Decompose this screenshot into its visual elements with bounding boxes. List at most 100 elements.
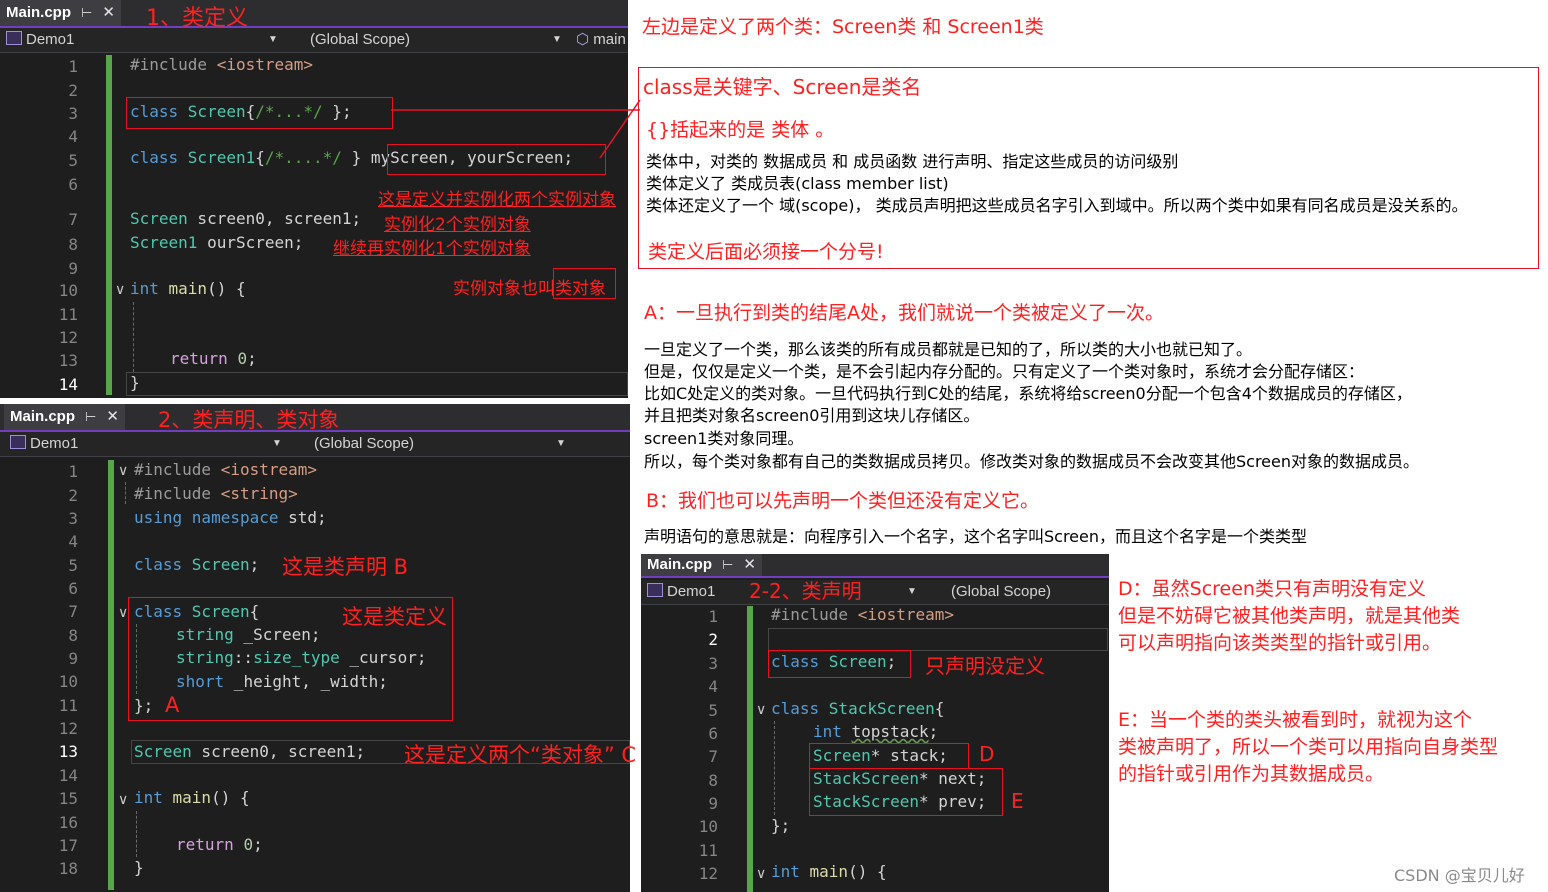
- indent-guide: [136, 811, 137, 857]
- line-number: 9: [708, 794, 718, 813]
- line-number: 7: [708, 747, 718, 766]
- annotation-note: 这是类声明 B: [282, 555, 409, 579]
- note-e-line: 类被声明了，所以一个类可以用指向自身类型: [1118, 736, 1499, 758]
- line-number: 17: [58, 836, 78, 855]
- line-number: 6: [708, 724, 718, 743]
- line-number: 8: [708, 771, 718, 790]
- namespace: std;: [288, 508, 327, 527]
- scope-dropdown[interactable]: (Global Scope): [951, 582, 1101, 602]
- chevron-down-icon: ▼: [272, 438, 282, 449]
- close-icon[interactable]: ✕: [743, 556, 756, 573]
- note-a-line: 一旦定义了一个类，那么该类的所有成员都就是已知的了，所以类的大小也就已知了。: [644, 340, 1253, 359]
- keyword: using namespace: [134, 508, 289, 527]
- line-number: 12: [698, 864, 718, 883]
- change-bar: [108, 460, 114, 890]
- line-number: 6: [68, 579, 78, 598]
- line-number: 1: [708, 607, 718, 626]
- code-line-18[interactable]: }: [134, 856, 144, 879]
- note-e-line: 的指针或引用作为其数据成员。: [1118, 763, 1385, 785]
- note-a-line: 并且把类对象名screen0引用到这块儿存储区。: [644, 406, 980, 425]
- member-name: topstack: [851, 722, 929, 741]
- class-name: Screen: [134, 742, 192, 761]
- scope-name: (Global Scope): [314, 435, 415, 452]
- code-line-5[interactable]: class StackScreen{: [771, 697, 944, 720]
- note-b-line: 声明语句的意思就是：向程序引入一个名字，这个名字叫Screen，而且这个名字是一…: [644, 527, 1308, 546]
- keyword: class: [771, 699, 829, 718]
- keyword: class: [134, 555, 192, 574]
- preprocessor: #include: [134, 484, 221, 503]
- note-e-line: E：当一个类的类头被看到时，就视为这个: [1118, 709, 1473, 731]
- note-d-line: D：虽然Screen类只有声明没有定义: [1118, 578, 1426, 600]
- include-path: <iostream>: [220, 460, 318, 479]
- note-a-line: 所以，每个类对象都有自己的类数据成员拷贝。修改类对象的数据成员不会改变其他Scr…: [644, 452, 1420, 471]
- include-path: <string>: [220, 484, 298, 503]
- tab-label: Main.cpp: [647, 556, 713, 573]
- fold-chevron-icon[interactable]: ∨: [118, 463, 128, 479]
- code-line-17[interactable]: return 0;: [176, 833, 263, 856]
- line-number: 8: [68, 626, 78, 645]
- indent-guide: [774, 721, 775, 815]
- box-line-2: {}括起来的是 类体 。: [646, 119, 835, 141]
- change-bar: [747, 606, 753, 892]
- line-number: 5: [68, 556, 78, 575]
- punct: () {: [848, 862, 887, 881]
- code-line-1[interactable]: #include <iostream>: [771, 603, 954, 626]
- note-b-title: B：我们也可以先声明一个类但还没有定义它。: [646, 490, 1040, 512]
- annotation-note: 这是定义两个“类对象” C: [404, 743, 637, 767]
- annotation-note: D: [979, 742, 995, 766]
- punct: () {: [211, 788, 250, 807]
- code-line-3[interactable]: using namespace std;: [134, 506, 327, 529]
- line-number: 16: [58, 813, 78, 832]
- tab-label: Main.cpp: [10, 408, 76, 425]
- annotation-box: [809, 743, 969, 769]
- line-number: 7: [68, 602, 78, 621]
- keyword: int: [771, 862, 810, 881]
- code-line-1[interactable]: #include <iostream>: [134, 458, 317, 481]
- code-line-15[interactable]: int main() {: [134, 786, 250, 809]
- note-d-line: 但是不妨碍它被其他类声明，就是其他类: [1118, 605, 1461, 627]
- line-number: 1: [68, 462, 78, 481]
- pin-icon[interactable]: ⊢: [85, 409, 96, 424]
- line-number: 2: [68, 486, 78, 505]
- line-number: 18: [58, 859, 78, 878]
- fold-chevron-icon[interactable]: ∨: [118, 605, 128, 621]
- scope-dropdown[interactable]: (Global Scope) ▼: [314, 434, 566, 454]
- fold-chevron-icon[interactable]: ∨: [756, 866, 766, 882]
- punct: ;: [928, 722, 939, 741]
- line-number: 9: [68, 649, 78, 668]
- line-number: 10: [698, 817, 718, 836]
- annotation-note: 这是类定义: [342, 605, 447, 629]
- note-a-line: 但是，仅仅是定义一个类，是不会引起内存分配的。只有定义了一个类对象时，系统才会分…: [644, 362, 1365, 381]
- pin-icon[interactable]: ⊢: [722, 557, 733, 572]
- punct: ;: [253, 835, 263, 854]
- project-icon: [647, 583, 663, 597]
- note-a-title: A：一旦执行到类的结尾A处，我们就说一个类被定义了一次。: [644, 302, 1164, 324]
- code-line-5[interactable]: class Screen;: [134, 553, 259, 576]
- chevron-down-icon: ▼: [907, 586, 917, 597]
- intro-text: 左边是定义了两个类：Screen类 和 Screen1类: [642, 16, 1044, 38]
- punct: };: [771, 816, 791, 835]
- punct: }: [134, 858, 144, 877]
- fold-chevron-icon[interactable]: ∨: [118, 792, 128, 808]
- project-dropdown[interactable]: Demo1 ▼: [10, 434, 282, 454]
- navigation-bar: Demo1 ▼ (Global Scope) ▼: [0, 432, 630, 457]
- line-number: 12: [58, 719, 78, 738]
- code-line-12[interactable]: int main() {: [771, 860, 887, 883]
- include-path: <iostream>: [857, 605, 955, 624]
- code-line-6[interactable]: int topstack;: [813, 720, 938, 743]
- project-icon: [10, 435, 26, 449]
- function-name: main: [809, 862, 849, 881]
- declarators: screen0, screen1;: [191, 742, 366, 761]
- close-icon[interactable]: ✕: [106, 408, 119, 425]
- keyword: int: [134, 788, 173, 807]
- watermark: CSDN @宝贝儿好: [1394, 866, 1525, 885]
- file-tab-main-cpp[interactable]: Main.cpp ⊢ ✕: [4, 404, 125, 430]
- file-tab-main-cpp[interactable]: Main.cpp ⊢ ✕: [641, 554, 762, 576]
- current-line-highlight: [768, 628, 1108, 651]
- box-line-6: 类定义后面必须接一个分号!: [648, 241, 884, 263]
- fold-chevron-icon[interactable]: ∨: [756, 702, 766, 718]
- code-line-2[interactable]: #include <string>: [134, 482, 298, 505]
- code-line-10[interactable]: };: [771, 814, 790, 837]
- code-line-13[interactable]: Screen screen0, screen1;: [134, 740, 365, 763]
- class-name: StackScreen: [828, 699, 935, 718]
